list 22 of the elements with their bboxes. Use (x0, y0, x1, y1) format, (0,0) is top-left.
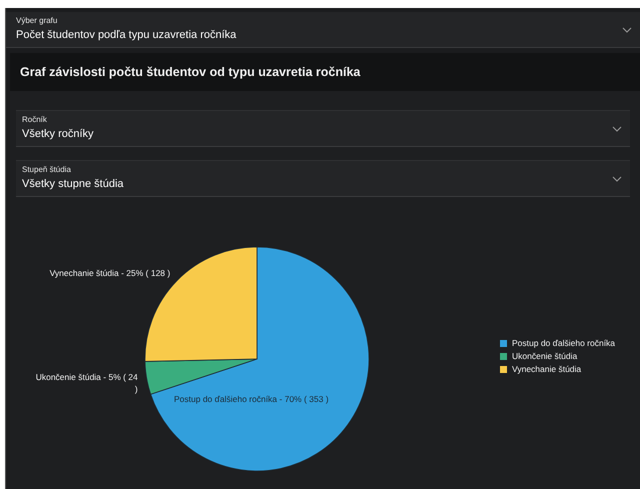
field-label: Ročník (22, 114, 48, 126)
slice-label: Postup do ďalšieho ročníka - 70% ( 353 ) (174, 393, 329, 405)
chart-select-dropdown[interactable]: Výber grafu Počet študentov podľa typu uzavretia ročníka (6, 12, 640, 48)
filter-dropdown[interactable]: Ročník Všetky ročníky (16, 110, 630, 147)
field-value: Všetky stupne štúdia (22, 177, 125, 192)
slice-label: Ukončenie štúdia - 5% ( 24 ) (35, 371, 138, 396)
field-value: Všetky ročníky (22, 127, 95, 142)
legend-label: Ukončenie štúdia (512, 351, 578, 361)
field-label: Stupeň štúdia (22, 164, 72, 176)
chevron-down-icon (612, 176, 622, 182)
field-label: Výber grafu (16, 15, 58, 27)
legend-label: Vynechanie štúdia (512, 364, 582, 374)
slice-label: Vynechanie štúdia - 25% ( 128 ) (50, 267, 170, 280)
filter-dropdown[interactable]: Stupeň štúdia Všetky stupne štúdia (16, 160, 630, 197)
card-title: Graf závislosti počtu študentov od typu uzavretia ročníka (20, 65, 360, 79)
legend-swatch (500, 340, 507, 346)
legend-swatch (500, 352, 507, 360)
chevron-down-icon (612, 126, 622, 132)
legend-label: Postup do ďalšieho ročníka (512, 338, 616, 348)
legend-swatch (500, 366, 507, 372)
chevron-down-icon (622, 27, 632, 33)
field-value: Počet študentov podľa typu uzavretia ročníka (16, 28, 238, 43)
